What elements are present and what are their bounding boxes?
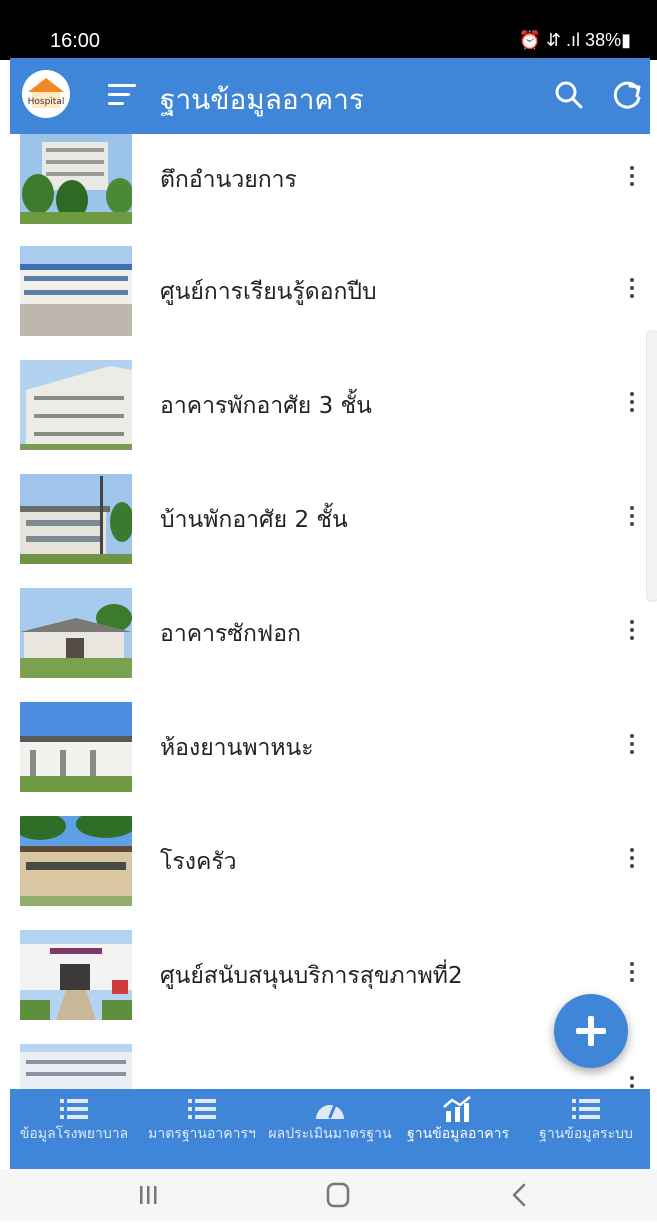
nav-system-database[interactable]: ฐานข้อมูลระบบ <box>522 1095 650 1169</box>
item-title: ศูนย์สนับสนุนบริการสุขภาพที่2 <box>160 963 463 989</box>
building-thumbnail <box>20 134 134 224</box>
system-navigation-bar <box>0 1169 657 1221</box>
hospital-logo[interactable]: Hospital <box>22 70 70 118</box>
more-options-icon[interactable] <box>622 498 642 534</box>
nav-building-database[interactable]: ฐานข้อมูลอาคาร <box>394 1095 522 1169</box>
building-thumbnail <box>20 246 132 336</box>
home-icon[interactable] <box>326 1182 350 1208</box>
nav-label: ฐานข้อมูลระบบ <box>539 1126 633 1142</box>
more-options-icon[interactable] <box>622 612 642 648</box>
nav-label: ข้อมูลโรงพยาบาล <box>19 1126 129 1142</box>
item-title: โรงครัว <box>160 849 237 875</box>
scrollbar[interactable] <box>646 330 657 602</box>
more-options-icon[interactable] <box>622 158 642 194</box>
nav-assessment-result[interactable]: ผลประเมินมาตรฐาน <box>266 1095 394 1169</box>
building-thumbnail <box>20 474 134 564</box>
item-title: ตึกอำนวยการ <box>160 167 297 193</box>
item-title: บ้านพักอาศัย 2 ชั้น <box>160 507 348 533</box>
search-icon[interactable] <box>552 78 586 112</box>
bottom-navigation: ข้อมูลโรงพยาบาล มาตรฐานอาคารฯ ผลประเมินม… <box>10 1089 650 1169</box>
status-indicators: ⏰ ⇵ .ıl 38%▮ <box>518 30 631 50</box>
list-item[interactable]: ตึกอำนวยการ <box>10 134 650 248</box>
list-icon <box>188 1099 216 1119</box>
nav-label: ฐานข้อมูลอาคาร <box>407 1126 509 1142</box>
more-options-icon[interactable] <box>622 270 642 306</box>
app-bar: Hospital ฐานข้อมูลอาคาร <box>10 58 650 134</box>
building-thumbnail <box>20 930 132 1020</box>
status-bar: 16:00 ⏰ ⇵ .ıl 38%▮ <box>0 0 657 60</box>
building-list[interactable]: ตึกอำนวยการ ศูนย์การเรียนรู้ดอกปีบ อาคาร… <box>10 134 650 1089</box>
item-title: อาคารพักอาศัย 3 ชั้น <box>160 393 372 419</box>
refresh-icon[interactable] <box>610 78 644 112</box>
building-thumbnail <box>14 810 136 906</box>
building-thumbnail <box>20 702 132 792</box>
nav-building-standard[interactable]: มาตรฐานอาคารฯ <box>138 1095 266 1169</box>
list-item[interactable]: ศูนย์การเรียนรู้ดอกปีบ <box>10 246 650 360</box>
nav-label: มาตรฐานอาคารฯ <box>148 1126 256 1142</box>
item-title: ศูนย์การเรียนรู้ดอกปีบ <box>160 279 377 305</box>
nav-hospital-info[interactable]: ข้อมูลโรงพยาบาล <box>10 1095 138 1169</box>
more-options-icon[interactable] <box>622 954 642 990</box>
list-item[interactable]: บ้านพักอาศัย 2 ชั้น <box>10 474 650 588</box>
building-thumbnail <box>20 588 132 678</box>
more-options-icon[interactable] <box>622 384 642 420</box>
plus-icon <box>576 1016 606 1046</box>
more-options-icon[interactable] <box>622 1068 642 1089</box>
recent-apps-icon[interactable] <box>140 1186 157 1204</box>
hamburger-menu-icon[interactable] <box>108 84 136 105</box>
list-item[interactable]: ห้องยานพาหนะ <box>10 702 650 816</box>
nav-label: ผลประเมินมาตรฐาน <box>268 1126 392 1142</box>
list-icon <box>60 1099 88 1119</box>
more-options-icon[interactable] <box>622 840 642 876</box>
page-title: ฐานข้อมูลอาคาร <box>160 83 364 116</box>
back-icon[interactable] <box>512 1183 526 1207</box>
gauge-icon <box>316 1103 344 1119</box>
list-item[interactable]: อาคารพักอาศัย 3 ชั้น <box>10 360 650 474</box>
list-item[interactable]: อาคารซักฟอก <box>10 588 650 702</box>
add-building-button[interactable] <box>554 994 628 1068</box>
item-title: อาคารซักฟอก <box>160 621 301 647</box>
building-thumbnail <box>20 1044 132 1089</box>
building-chart-icon <box>443 1096 471 1122</box>
status-time: 16:00 <box>50 30 101 52</box>
item-title: ห้องยานพาหนะ <box>160 735 314 761</box>
svg-text:Hospital: Hospital <box>28 97 65 107</box>
list-icon <box>572 1099 600 1119</box>
list-item[interactable]: โรงครัว <box>10 810 650 930</box>
more-options-icon[interactable] <box>622 726 642 762</box>
building-thumbnail <box>20 360 132 450</box>
